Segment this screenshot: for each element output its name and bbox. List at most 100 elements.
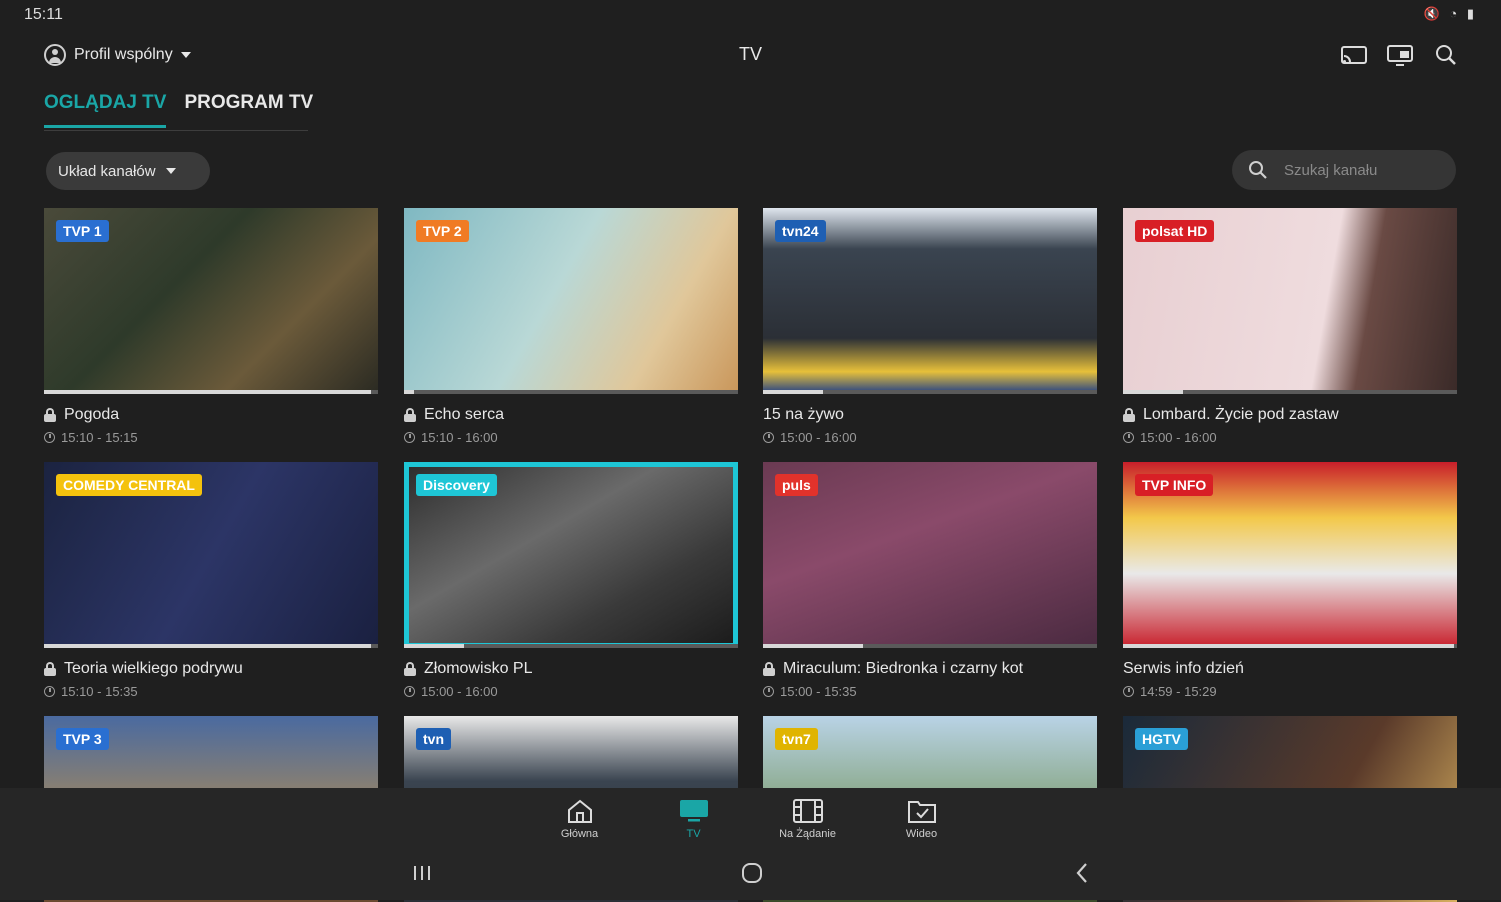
program-time-row: 15:10 - 15:15: [44, 430, 378, 445]
channel-thumbnail[interactable]: TVP 2: [404, 208, 738, 394]
channel-logo: polsat HD: [1135, 220, 1215, 242]
channel-thumbnail[interactable]: polsat HD: [1123, 208, 1457, 394]
channel-logo: Discovery: [416, 474, 497, 496]
nav-on-demand-label: Na Żądanie: [779, 828, 836, 840]
program-progress-fill: [1123, 644, 1454, 648]
program-progress-bar: [763, 390, 1097, 394]
program-title-row: Teoria wielkiego podrywu: [44, 660, 378, 678]
program-time: 15:00 - 15:35: [780, 684, 857, 699]
program-title: 15 na żywo: [763, 406, 844, 423]
channel-logo: TVP 2: [416, 220, 469, 242]
channel-card[interactable]: TVP 2 Echo serca 15:10 - 16:00: [404, 208, 738, 445]
program-time-row: 15:10 - 16:00: [404, 430, 738, 445]
search-icon[interactable]: [1433, 42, 1459, 68]
program-title-row: Serwis info dzień: [1123, 660, 1457, 678]
channel-logo: HGTV: [1135, 728, 1188, 750]
screen-mirror-icon[interactable]: [1387, 42, 1413, 68]
lock-icon: [404, 662, 416, 676]
wifi-icon: ◔: [1449, 6, 1461, 21]
film-icon: [792, 799, 823, 823]
channel-search-input[interactable]: [1282, 160, 1436, 180]
clock-icon: [404, 686, 415, 697]
program-progress-fill: [404, 390, 415, 394]
tabs-divider: [44, 130, 308, 131]
channel-thumbnail[interactable]: Discovery: [404, 462, 738, 648]
program-time-row: 15:00 - 15:35: [763, 684, 1097, 699]
clock-icon: [404, 432, 415, 443]
channel-thumbnail[interactable]: TVP 1: [44, 208, 378, 394]
program-progress-bar: [44, 644, 378, 648]
program-progress-bar: [1123, 390, 1457, 394]
top-bar: Profil wspólny TV: [0, 36, 1501, 76]
tab-tv-guide[interactable]: PROGRAM TV: [184, 92, 313, 128]
home-icon: [567, 799, 592, 823]
clock-icon: [1123, 432, 1134, 443]
channel-logo: COMEDY CENTRAL: [56, 474, 202, 496]
nav-home[interactable]: Główna: [550, 798, 610, 840]
program-time-row: 15:00 - 16:00: [404, 684, 738, 699]
channel-logo: tvn: [416, 728, 451, 750]
clock-icon: [44, 686, 55, 697]
clock-icon: [1123, 686, 1134, 697]
home-circle-icon[interactable]: [732, 858, 772, 888]
channel-card[interactable]: tvn24 15 na żywo 15:00 - 16:00: [763, 208, 1097, 445]
channel-card[interactable]: polsat HD Lombard. Życie pod zastaw 15:00 …: [1123, 208, 1457, 445]
channel-thumbnail[interactable]: puls: [763, 462, 1097, 648]
program-title: Serwis info dzień: [1123, 660, 1244, 677]
lock-icon: [44, 408, 56, 422]
program-time-row: 15:00 - 16:00: [763, 430, 1097, 445]
chevron-down-icon: [165, 168, 176, 174]
channel-thumbnail[interactable]: tvn24: [763, 208, 1097, 394]
recent-apps-icon[interactable]: [402, 858, 442, 888]
status-bar: 15:11 🔇 ◔ ▮: [0, 0, 1501, 30]
channel-logo: puls: [775, 474, 818, 496]
channel-logo: tvn7: [775, 728, 818, 750]
program-progress-bar: [44, 390, 378, 394]
cast-icon[interactable]: [1341, 42, 1367, 68]
program-time: 15:00 - 16:00: [1140, 430, 1217, 445]
channel-layout-dropdown[interactable]: Układ kanałów: [46, 152, 210, 190]
lock-icon: [763, 662, 775, 676]
channel-card[interactable]: Discovery Złomowisko PL 15:00 - 16:00: [404, 462, 738, 699]
nav-tv[interactable]: TV: [664, 798, 724, 840]
channel-card[interactable]: COMEDY CENTRAL Teoria wielkiego podrywu 15…: [44, 462, 378, 699]
channel-search[interactable]: [1232, 150, 1456, 190]
channel-card[interactable]: puls Miraculum: Biedronka i czarny kot 15:…: [763, 462, 1097, 699]
channel-thumbnail[interactable]: TVP INFO: [1123, 462, 1457, 648]
page-title: TV: [738, 44, 762, 64]
program-time: 14:59 - 15:29: [1140, 684, 1217, 699]
bottom-navigation: Główna TV Na Żądanie Wideo: [0, 788, 1501, 900]
program-title: Złomowisko PL: [424, 660, 533, 677]
channel-layout-label: Układ kanałów: [58, 162, 156, 180]
nav-on-demand[interactable]: Na Żądanie: [778, 798, 838, 840]
program-title-row: Pogoda: [44, 406, 378, 424]
program-title: Lombard. Życie pod zastaw: [1143, 406, 1339, 423]
program-time: 15:10 - 15:15: [61, 430, 138, 445]
nav-video[interactable]: Wideo: [892, 798, 952, 840]
battery-icon: ▮: [1466, 6, 1477, 21]
search-icon: [1249, 161, 1267, 179]
mute-icon: 🔇: [1423, 6, 1443, 21]
clock-icon: [763, 686, 774, 697]
channel-logo: TVP 3: [56, 728, 109, 750]
program-time: 15:00 - 16:00: [421, 684, 498, 699]
nav-home-label: Główna: [560, 828, 599, 840]
channel-logo: tvn24: [775, 220, 826, 242]
channel-card[interactable]: TVP 1 Pogoda 15:10 - 15:15: [44, 208, 378, 445]
program-time: 15:10 - 15:35: [61, 684, 138, 699]
tab-watch-tv[interactable]: OGLĄDAJ TV: [44, 92, 167, 128]
program-title-row: Echo serca: [404, 406, 738, 424]
channel-thumbnail[interactable]: COMEDY CENTRAL: [44, 462, 378, 648]
program-progress-fill: [1123, 390, 1184, 394]
video-folder-icon: [907, 801, 936, 823]
back-icon[interactable]: [1062, 858, 1102, 888]
program-title: Pogoda: [64, 406, 120, 423]
nav-tv-label: TV: [686, 828, 701, 840]
program-title-row: Lombard. Życie pod zastaw: [1123, 406, 1457, 424]
program-time: 15:00 - 16:00: [780, 430, 857, 445]
channel-card[interactable]: TVP INFO Serwis info dzień 14:59 - 15:29: [1123, 462, 1457, 699]
tv-icon: [679, 800, 708, 822]
program-time: 15:10 - 16:00: [421, 430, 498, 445]
program-title-row: Miraculum: Biedronka i czarny kot: [763, 660, 1097, 678]
program-title: Echo serca: [424, 406, 505, 423]
